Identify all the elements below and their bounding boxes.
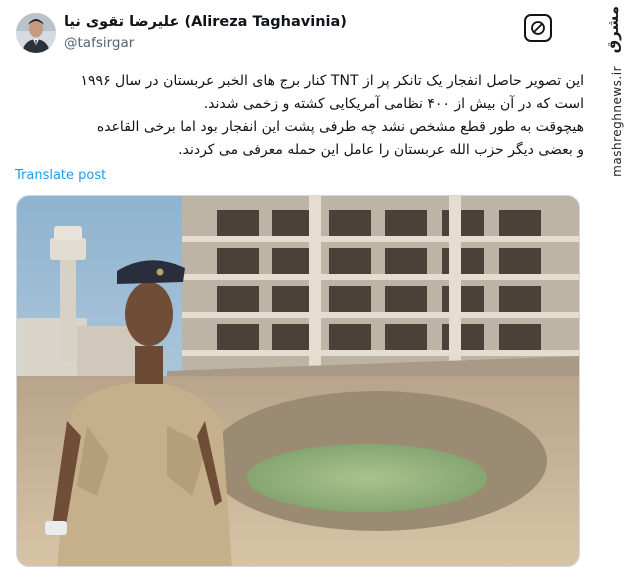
mute-icon <box>531 21 545 35</box>
avatar[interactable] <box>16 13 56 53</box>
brand-logo-text: مشرق <box>604 6 622 54</box>
brand-logo: مشرق <box>599 6 627 54</box>
tweet-line: است که در آن بیش از ۴۰۰ نظامی آمریکایی ک… <box>203 96 584 112</box>
author-handle[interactable]: @tafsirgar <box>64 35 134 51</box>
tweet-line: هیچوقت به طور قطع مشخص نشد چه طرفی پشت ا… <box>96 119 584 135</box>
author-display-name[interactable]: علیرضا تقوی نیا (Alireza Taghavinia) <box>64 14 347 30</box>
tweet-photo[interactable] <box>16 195 580 567</box>
brand-strip: مشرق mashreghnews.ir <box>598 0 630 575</box>
brand-url: mashreghnews.ir <box>610 66 624 177</box>
tweet-card: علیرضا تقوی نیا (Alireza Taghavinia) @ta… <box>0 0 630 575</box>
tweet-body: این تصویر حاصل انفجار یک تانکر پر از TNT… <box>14 70 584 162</box>
mute-button[interactable] <box>524 14 552 42</box>
tweet-line: و بعضی دیگر حزب الله عربستان را عامل این… <box>178 142 584 158</box>
khobar-towers-photo <box>17 196 579 566</box>
translate-post-link[interactable]: Translate post <box>15 168 106 183</box>
avatar-image <box>16 13 56 53</box>
tweet-line: این تصویر حاصل انفجار یک تانکر پر از TNT… <box>80 73 584 89</box>
